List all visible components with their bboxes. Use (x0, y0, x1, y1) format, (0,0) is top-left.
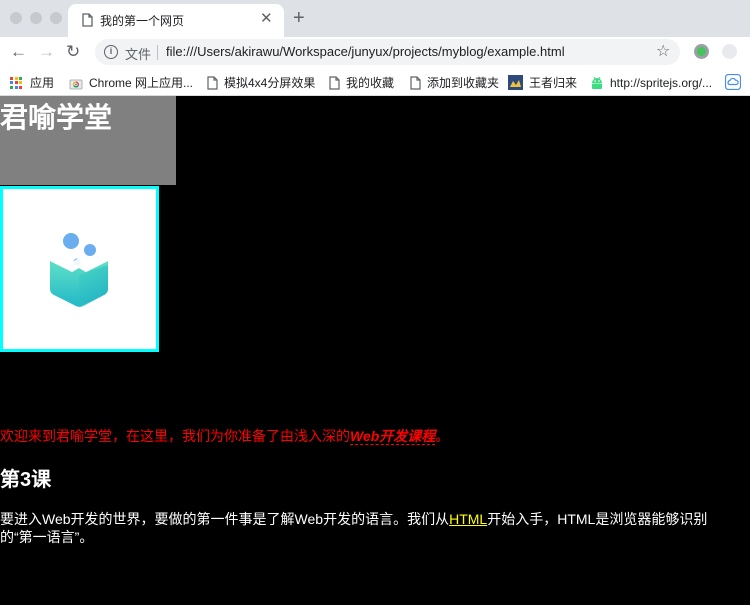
bookmark-add-to-favorites[interactable]: 添加到收藏夹 (410, 73, 499, 91)
bookmark-label: http://spritejs.org/... (610, 75, 713, 90)
apps-grid-icon (10, 76, 22, 89)
welcome-suffix: 。 (435, 428, 450, 444)
bookmark-label: 添加到收藏夹 (427, 75, 500, 90)
bookmark-label: Chrome 网上应用... (89, 75, 194, 90)
bookmark-simulate-split[interactable]: 模拟4x4分屏效果 (207, 73, 315, 91)
android-icon (592, 76, 602, 89)
web-course-emphasis: Web开发课程 (350, 428, 436, 445)
extension-green-icon[interactable] (694, 44, 709, 59)
window-minimize-dot[interactable] (30, 12, 42, 24)
bookmark-label: 我的收藏 (346, 75, 395, 90)
bookmark-chrome-webstore[interactable]: Chrome 网上应用... (69, 73, 193, 91)
site-title: 君喻学堂 (0, 101, 113, 134)
address-scheme-label: 文件 (125, 47, 152, 62)
welcome-prefix: 欢迎来到君喻学堂，在这里，我们为你准备了由浅入深的 (0, 428, 350, 444)
back-arrow-icon[interactable]: ← (10, 40, 27, 64)
cloud-bookmark-icon[interactable] (725, 74, 741, 90)
page-icon (207, 76, 218, 90)
info-icon[interactable]: i (104, 45, 118, 59)
page-icon (410, 76, 421, 90)
tab-title: 我的第一个网页 (100, 14, 185, 28)
bookmark-apps[interactable]: 应用 (10, 73, 54, 91)
logo-image (0, 186, 159, 352)
junyu-logo-icon (50, 233, 108, 307)
tab-strip: 我的第一个网页 ✕ + (0, 0, 750, 37)
lesson-heading: 第3课 (0, 469, 52, 491)
bookmarks-bar: 应用 Chrome 网上应用... 模拟4x4分屏效果 我的收藏 添加到收藏夹 (0, 68, 750, 96)
browser-toolbar: ← → ↻ i 文件 file:///Users/akirawu/Workspa… (0, 37, 750, 68)
html-link[interactable]: HTML (449, 511, 487, 527)
reload-icon[interactable]: ↻ (66, 40, 80, 64)
page-icon (329, 76, 340, 90)
browser-tab[interactable]: 我的第一个网页 ✕ (68, 4, 284, 37)
bookmark-spritejs[interactable]: http://spritejs.org/... (590, 73, 712, 91)
bookmark-label: 模拟4x4分屏效果 (224, 75, 316, 90)
bookmark-label: 王者归来 (529, 75, 578, 90)
chrome-webstore-icon (69, 79, 83, 90)
bookmark-my-favorites[interactable]: 我的收藏 (329, 73, 394, 91)
bookmark-label: 应用 (30, 75, 55, 90)
forward-arrow-icon[interactable]: → (38, 40, 55, 64)
para-prefix: 要进入Web开发的世界，要做的第一件事是了解Web开发的语言。我们从 (0, 511, 450, 527)
address-bar[interactable]: i 文件 file:///Users/akirawu/Workspace/jun… (95, 39, 680, 65)
new-tab-button[interactable]: + (293, 6, 305, 30)
window-close-dot[interactable] (10, 12, 22, 24)
url-text[interactable]: file:///Users/akirawu/Workspace/junyux/p… (166, 44, 565, 59)
image-favicon-icon (508, 75, 523, 91)
bookmark-star-icon[interactable]: ☆ (656, 42, 670, 62)
window-zoom-dot[interactable] (50, 12, 62, 24)
close-tab-icon[interactable]: ✕ (260, 10, 273, 28)
extension-gray-icon[interactable] (722, 44, 737, 59)
document-icon (82, 13, 93, 27)
bookmark-king-returns[interactable]: 王者归来 (508, 73, 577, 91)
welcome-text: 欢迎来到君喻学堂，在这里，我们为你准备了由浅入深的Web开发课程。 (0, 426, 449, 446)
address-divider (157, 45, 158, 60)
intro-paragraph: 要进入Web开发的世界，要做的第一件事是了解Web开发的语言。我们从HTML开始… (0, 510, 735, 546)
